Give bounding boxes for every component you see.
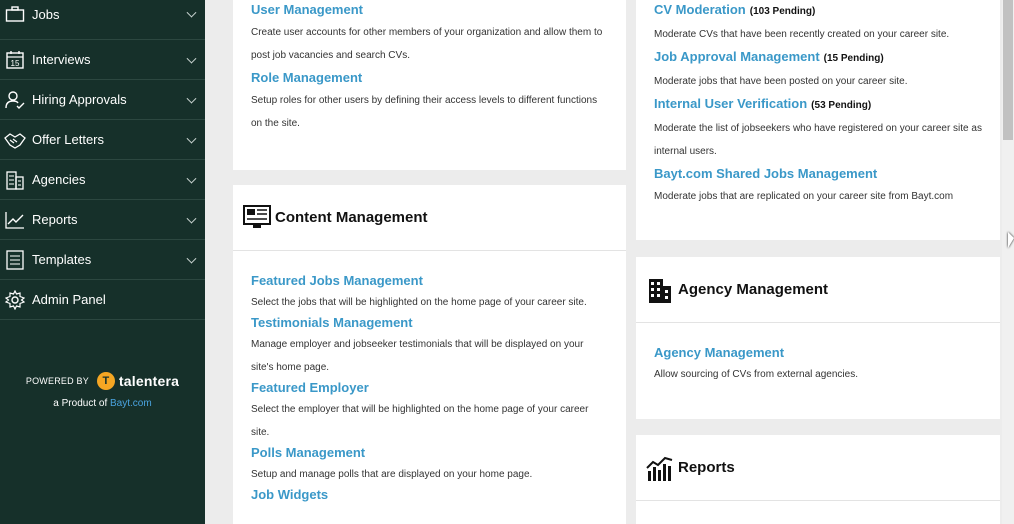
chart-line-icon: [4, 209, 26, 231]
gear-icon: [4, 289, 26, 311]
chevron-down-icon: [186, 173, 197, 184]
agency-management-link[interactable]: Agency Management: [654, 344, 982, 362]
cv-moderation-link[interactable]: CV Moderation (103 Pending): [654, 1, 982, 21]
sidebar-item-label: Hiring Approvals: [32, 92, 127, 107]
svg-text:15: 15: [11, 59, 20, 68]
talentera-logo-word: talentera: [118, 373, 180, 389]
sidebar-item-label: Templates: [32, 252, 92, 267]
cv-moderation-title: CV Moderation: [654, 2, 746, 17]
job-approval-title: Job Approval Management: [654, 49, 820, 64]
user-check-icon: [4, 89, 26, 111]
bayt-link[interactable]: Bayt.com: [110, 398, 152, 409]
sidebar: Jobs 15 Interviews Hiring Approvals Offe…: [0, 0, 205, 524]
internal-user-verification-pending-badge: (53 Pending): [811, 100, 872, 111]
chevron-down-icon: [186, 253, 197, 264]
internal-user-verification-link[interactable]: Internal User Verification (53 Pending): [654, 94, 982, 116]
sidebar-item-hiring-approvals[interactable]: Hiring Approvals: [0, 80, 205, 120]
job-approval-link[interactable]: Job Approval Management (15 Pending): [654, 47, 982, 69]
content-management-header: Content Management: [233, 185, 626, 251]
building-icon: [4, 169, 26, 191]
chevron-down-icon: [186, 133, 197, 144]
product-prefix: a Product of: [53, 398, 108, 409]
product-of: a Product of Bayt.com: [0, 398, 205, 409]
polls-desc: Setup and manage polls that are displaye…: [251, 469, 533, 480]
polls-link[interactable]: Polls Management: [251, 444, 608, 462]
content-management-card: Content Management Featured Jobs Managem…: [233, 185, 626, 524]
cv-moderation-desc: Moderate CVs that have been recently cre…: [654, 29, 950, 40]
template-icon: [4, 249, 26, 271]
sidebar-item-label: Jobs: [32, 6, 60, 22]
handshake-icon: [4, 129, 26, 151]
page-scrollbar[interactable]: [1002, 0, 1014, 524]
chevron-down-icon: [186, 93, 197, 104]
reports-card: Reports: [636, 435, 1000, 524]
user-management-card: User Management Create user accounts for…: [233, 0, 626, 170]
featured-employer-desc: Select the employer that will be highlig…: [251, 404, 589, 438]
brand: POWERED BY T talentera a Product of Bayt…: [0, 372, 205, 409]
reports-header: Reports: [636, 435, 1000, 501]
job-approval-desc: Moderate jobs that have been posted on y…: [654, 76, 908, 87]
bar-chart-icon: [646, 454, 674, 482]
sidebar-item-label: Interviews: [32, 52, 91, 67]
sidebar-item-interviews[interactable]: 15 Interviews: [0, 40, 205, 80]
powered-by-label: POWERED BY: [25, 376, 89, 386]
sidebar-item-label: Reports: [32, 212, 78, 227]
user-management-desc: Create user accounts for other members o…: [251, 27, 603, 61]
agency-management-desc: Allow sourcing of CVs from external agen…: [654, 369, 858, 380]
user-management-link[interactable]: User Management: [251, 1, 608, 19]
job-approval-pending-badge: (15 Pending): [823, 53, 884, 64]
sidebar-item-label: Offer Letters: [32, 132, 105, 147]
cv-moderation-pending-badge: (103 Pending): [749, 6, 816, 17]
role-management-link[interactable]: Role Management: [251, 69, 608, 87]
briefcase-icon: [4, 3, 26, 25]
moderation-card: CV Moderation (103 Pending) Moderate CVs …: [636, 0, 1000, 240]
featured-jobs-link[interactable]: Featured Jobs Management: [251, 272, 608, 290]
building-icon: [646, 276, 674, 304]
reports-title: Reports: [678, 459, 735, 476]
sidebar-item-reports[interactable]: Reports: [0, 200, 205, 240]
agency-management-card: Agency Management Agency Management Allo…: [636, 257, 1000, 419]
sidebar-item-label: Admin Panel: [32, 292, 106, 307]
role-management-desc: Setup roles for other users by defining …: [251, 95, 598, 129]
powered-by: POWERED BY T talentera: [0, 372, 205, 390]
internal-user-verification-title: Internal User Verification: [654, 96, 808, 111]
featured-employer-link[interactable]: Featured Employer: [251, 379, 608, 397]
testimonials-desc: Manage employer and jobseeker testimonia…: [251, 339, 584, 373]
sidebar-item-label: Agencies: [32, 172, 86, 187]
monitor-icon: [243, 204, 271, 232]
shared-jobs-link[interactable]: Bayt.com Shared Jobs Management: [654, 164, 982, 184]
talentera-logo-icon: T: [96, 372, 115, 390]
sidebar-item-templates[interactable]: Templates: [0, 240, 205, 280]
job-widgets-link[interactable]: Job Widgets: [251, 486, 608, 504]
chevron-down-icon: [186, 213, 197, 224]
agency-management-title: Agency Management: [678, 281, 829, 298]
chevron-down-icon: [186, 53, 197, 64]
sidebar-item-admin-panel[interactable]: Admin Panel: [0, 280, 205, 320]
scrollbar-thumb[interactable]: [1003, 0, 1013, 140]
calendar-icon: 15: [4, 49, 26, 71]
internal-user-verification-desc: Moderate the list of jobseekers who have…: [654, 123, 982, 157]
agency-management-header: Agency Management: [636, 257, 1000, 323]
testimonials-link[interactable]: Testimonials Management: [251, 314, 608, 332]
shared-jobs-desc: Moderate jobs that are replicated on you…: [654, 191, 954, 202]
mouse-cursor-icon: [1008, 232, 1014, 248]
sidebar-item-offer-letters[interactable]: Offer Letters: [0, 120, 205, 160]
sidebar-item-agencies[interactable]: Agencies: [0, 160, 205, 200]
content-management-title: Content Management: [275, 209, 428, 226]
chevron-down-icon: [186, 7, 197, 18]
sidebar-item-jobs[interactable]: Jobs: [0, 0, 205, 40]
featured-jobs-desc: Select the jobs that will be highlighted…: [251, 297, 587, 308]
